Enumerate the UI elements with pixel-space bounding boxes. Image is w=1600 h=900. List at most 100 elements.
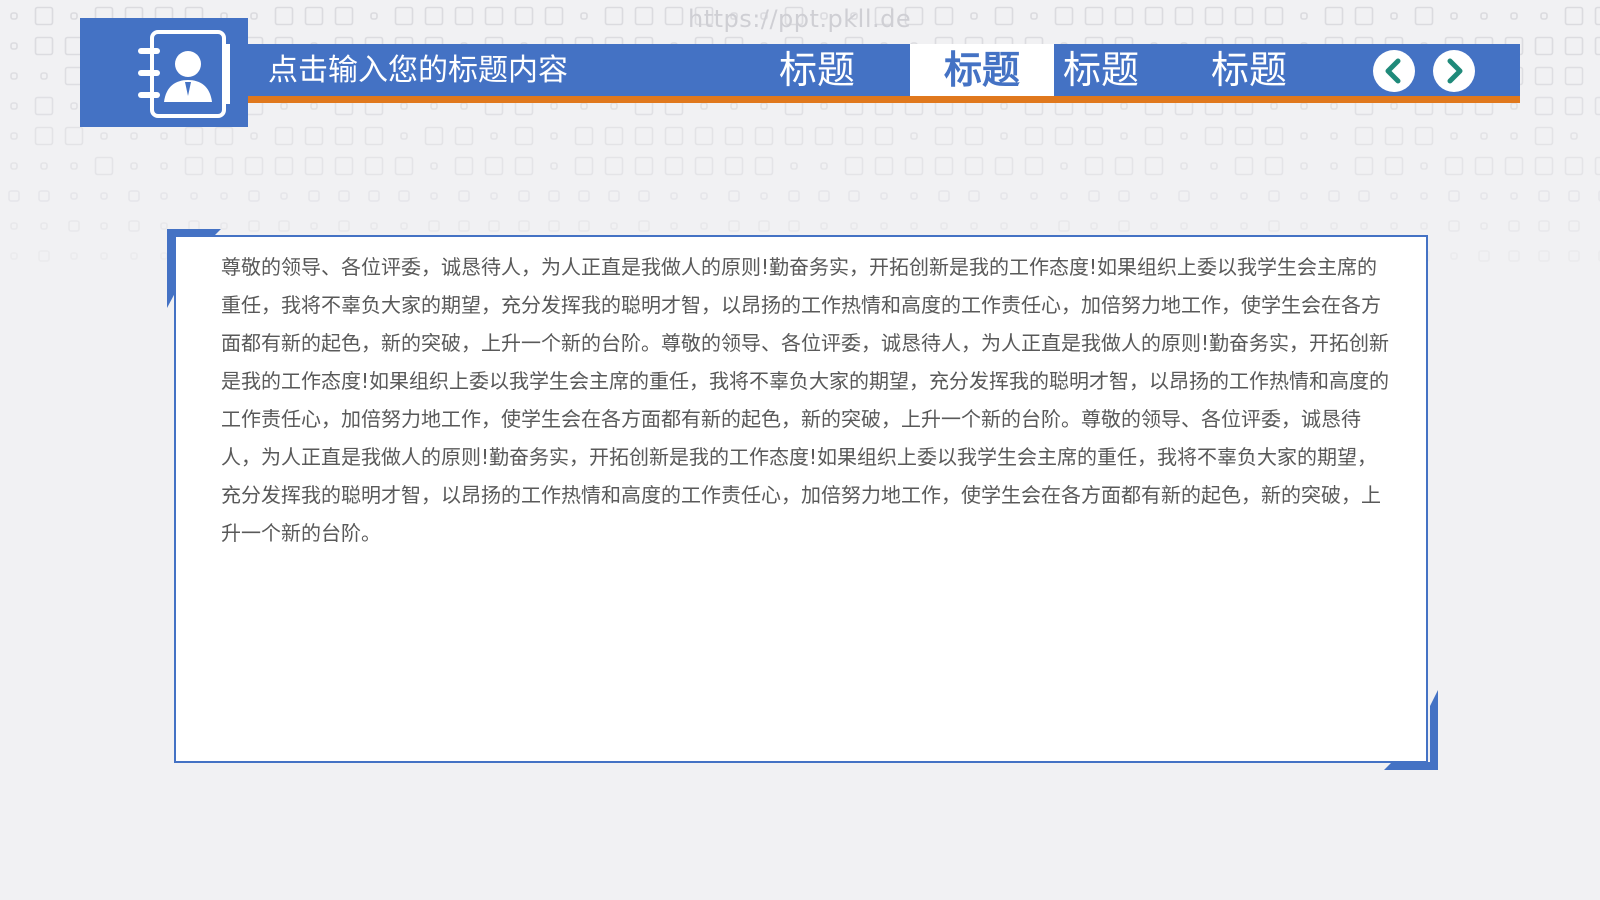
pattern-square	[934, 126, 954, 146]
pattern-square	[1480, 222, 1488, 230]
pattern-square	[220, 192, 228, 200]
pattern-square	[250, 12, 258, 20]
pattern-square	[70, 102, 78, 110]
pattern-square	[184, 156, 204, 176]
pattern-square	[1118, 220, 1130, 232]
body-paragraph[interactable]: 尊敬的领导、各位评委，诚恳待人，为人正直是我做人的原则!勤奋务实，开拓创新是我的…	[221, 248, 1391, 552]
pattern-square	[430, 102, 438, 110]
pattern-square	[1054, 126, 1074, 146]
tab-4[interactable]: 标题	[1194, 44, 1304, 96]
pattern-square	[1300, 12, 1308, 20]
pattern-square	[1510, 12, 1518, 20]
pattern-square	[400, 222, 408, 230]
pattern-square	[100, 252, 108, 260]
pattern-square	[100, 222, 108, 230]
pattern-square	[964, 156, 984, 176]
pattern-square	[338, 190, 350, 202]
pattern-square	[364, 126, 384, 146]
pattern-square	[10, 72, 18, 80]
pattern-square	[724, 156, 744, 176]
pattern-square	[10, 42, 18, 50]
pattern-square	[1330, 102, 1338, 110]
pattern-square	[1420, 162, 1428, 170]
pattern-square	[938, 190, 950, 202]
pattern-square	[424, 6, 444, 26]
pattern-square	[1120, 102, 1128, 110]
pattern-square	[1330, 162, 1338, 170]
pattern-square	[1538, 250, 1550, 262]
pattern-square	[274, 6, 294, 26]
pattern-square	[310, 102, 318, 110]
pattern-square	[1480, 192, 1488, 200]
pattern-square	[1084, 6, 1104, 26]
pattern-square	[454, 126, 474, 146]
pattern-square	[1300, 192, 1308, 200]
pattern-square	[1300, 162, 1308, 170]
pattern-square	[278, 220, 290, 232]
pattern-square	[68, 220, 80, 232]
pattern-square	[548, 220, 560, 232]
pattern-square	[488, 220, 500, 232]
pattern-square	[1480, 12, 1488, 20]
prev-button[interactable]	[1373, 50, 1415, 92]
pattern-square	[1060, 192, 1068, 200]
pattern-square	[1448, 190, 1460, 202]
pattern-square	[1568, 250, 1580, 262]
pattern-square	[94, 156, 114, 176]
pattern-square	[338, 220, 350, 232]
header-accent-line	[248, 96, 1520, 103]
pattern-square	[514, 156, 534, 176]
tab-1[interactable]: 标题	[762, 44, 872, 96]
pattern-square	[514, 126, 534, 146]
pattern-square	[40, 222, 48, 230]
pattern-square	[550, 132, 558, 140]
pattern-square	[1180, 222, 1188, 230]
pattern-square	[514, 6, 534, 26]
page-title[interactable]: 点击输入您的标题内容	[268, 50, 568, 92]
next-button[interactable]	[1433, 50, 1475, 92]
pattern-square	[1568, 190, 1580, 202]
pattern-square	[1510, 192, 1518, 200]
pattern-square	[1510, 132, 1518, 140]
pattern-square	[1534, 96, 1554, 116]
pattern-square	[1450, 12, 1458, 20]
pattern-square	[578, 220, 590, 232]
pattern-square	[880, 222, 888, 230]
pattern-square	[308, 190, 320, 202]
pattern-square	[670, 222, 678, 230]
tab-2[interactable]: 标题	[910, 44, 1054, 96]
pattern-square	[1150, 222, 1158, 230]
pattern-square	[430, 192, 438, 200]
pattern-square	[1264, 6, 1284, 26]
pattern-square	[844, 126, 864, 146]
pattern-square	[994, 6, 1014, 26]
pattern-square	[1268, 220, 1280, 232]
pattern-square	[398, 190, 410, 202]
pattern-square	[334, 156, 354, 176]
tab-3[interactable]: 标题	[1046, 44, 1156, 96]
pattern-square	[1420, 192, 1428, 200]
pattern-square	[184, 126, 204, 146]
pattern-square	[1300, 132, 1308, 140]
pattern-square	[638, 190, 650, 202]
pattern-square	[1240, 192, 1248, 200]
chevron-left-icon	[1385, 58, 1401, 84]
pattern-square	[1330, 132, 1338, 140]
pattern-square	[1178, 190, 1190, 202]
pattern-square	[1264, 126, 1284, 146]
pattern-square	[580, 102, 588, 110]
pattern-square	[1594, 36, 1600, 56]
pattern-square	[1084, 126, 1104, 146]
pattern-square	[1420, 222, 1428, 230]
pattern-square	[1474, 156, 1494, 176]
pattern-square	[1060, 162, 1068, 170]
pattern-square	[280, 192, 288, 200]
pattern-square	[814, 126, 834, 146]
pattern-square	[160, 132, 168, 140]
pattern-square	[1030, 192, 1038, 200]
pattern-square	[1180, 132, 1188, 140]
pattern-square	[1414, 6, 1434, 26]
pattern-square	[1234, 126, 1254, 146]
pattern-square	[664, 156, 684, 176]
pattern-square	[664, 6, 684, 26]
